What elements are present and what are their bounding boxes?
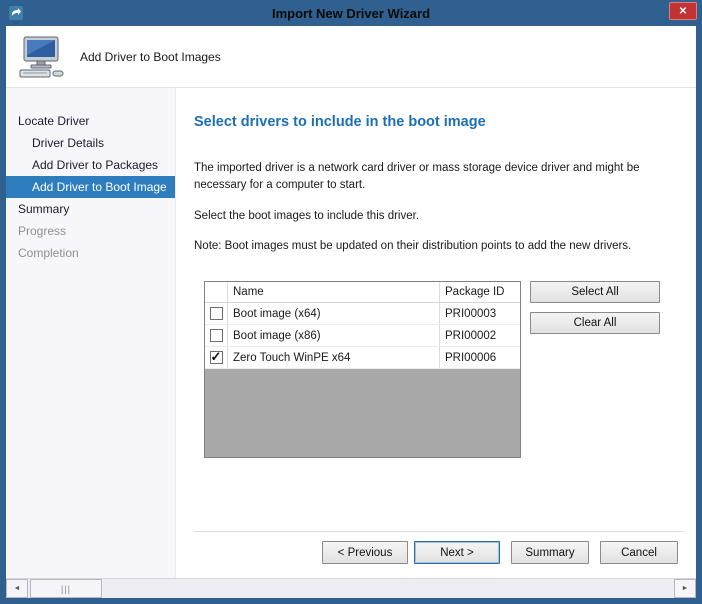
wizard-window: Import New Driver Wizard ✕ Add Driver to: [0, 0, 702, 604]
sidebar-item-progress: Progress: [6, 220, 175, 242]
table-row[interactable]: Boot image (x64) PRI00003: [205, 303, 520, 325]
sidebar-item-locate-driver[interactable]: Locate Driver: [6, 110, 175, 132]
checkbox-column-header[interactable]: [205, 282, 228, 302]
close-icon: ✕: [679, 6, 687, 17]
row-checkbox[interactable]: [210, 329, 223, 342]
note-text: Note: Boot images must be updated on the…: [194, 238, 686, 255]
horizontal-scrollbar: ◄ ||| ►: [6, 578, 696, 598]
row-checkbox[interactable]: [210, 307, 223, 320]
clear-all-button[interactable]: Clear All: [530, 312, 660, 334]
summary-button[interactable]: Summary: [511, 541, 589, 564]
select-all-button[interactable]: Select All: [530, 281, 660, 303]
scrollbar-track[interactable]: [102, 579, 674, 598]
computer-icon: [18, 35, 66, 79]
row-name: Boot image (x86): [228, 325, 440, 346]
titlebar: Import New Driver Wizard ✕: [6, 0, 696, 26]
scroll-left-icon: ◄: [14, 585, 21, 592]
sidebar-item-add-driver-boot-image[interactable]: Add Driver to Boot Image: [6, 176, 175, 198]
wizard-steps-sidebar: Locate Driver Driver Details Add Driver …: [6, 88, 176, 578]
close-button[interactable]: ✕: [669, 2, 697, 20]
sidebar-item-completion: Completion: [6, 242, 175, 264]
section-heading: Select drivers to include in the boot im…: [194, 114, 686, 130]
scrollbar-thumb[interactable]: |||: [30, 579, 102, 598]
sidebar-item-add-driver-packages[interactable]: Add Driver to Packages: [6, 154, 175, 176]
row-name: Boot image (x64): [228, 303, 440, 324]
description-text: The imported driver is a network card dr…: [194, 160, 686, 195]
cancel-button[interactable]: Cancel: [600, 541, 678, 564]
row-package-id: PRI00002: [440, 325, 520, 346]
row-package-id: PRI00003: [440, 303, 520, 324]
row-name: Zero Touch WinPE x64: [228, 347, 440, 368]
sidebar-item-summary[interactable]: Summary: [6, 198, 175, 220]
wizard-footer: < Previous Next > Summary Cancel: [194, 532, 686, 578]
previous-button[interactable]: < Previous: [322, 541, 408, 564]
main-pane: Select drivers to include in the boot im…: [176, 88, 696, 578]
list-header: Name Package ID: [205, 282, 520, 303]
scroll-right-icon: ►: [682, 585, 689, 592]
next-button[interactable]: Next >: [414, 541, 500, 564]
boot-images-list: Name Package ID Boot image (x64) PRI0000…: [204, 281, 521, 458]
instruction-text: Select the boot images to include this d…: [194, 208, 686, 225]
page-title: Add Driver to Boot Images: [80, 50, 221, 64]
package-id-column-header[interactable]: Package ID: [440, 282, 520, 302]
row-checkbox[interactable]: [210, 351, 223, 364]
scroll-left-button[interactable]: ◄: [6, 579, 28, 598]
name-column-header[interactable]: Name: [228, 282, 440, 302]
sidebar-item-driver-details[interactable]: Driver Details: [6, 132, 175, 154]
table-row[interactable]: Boot image (x86) PRI00002: [205, 325, 520, 347]
table-row[interactable]: Zero Touch WinPE x64 PRI00006: [205, 347, 520, 369]
row-package-id: PRI00006: [440, 347, 520, 368]
scroll-grip-icon: |||: [61, 584, 71, 594]
scroll-right-button[interactable]: ►: [674, 579, 696, 598]
window-title: Import New Driver Wizard: [6, 6, 696, 21]
wizard-header: Add Driver to Boot Images: [6, 26, 696, 88]
